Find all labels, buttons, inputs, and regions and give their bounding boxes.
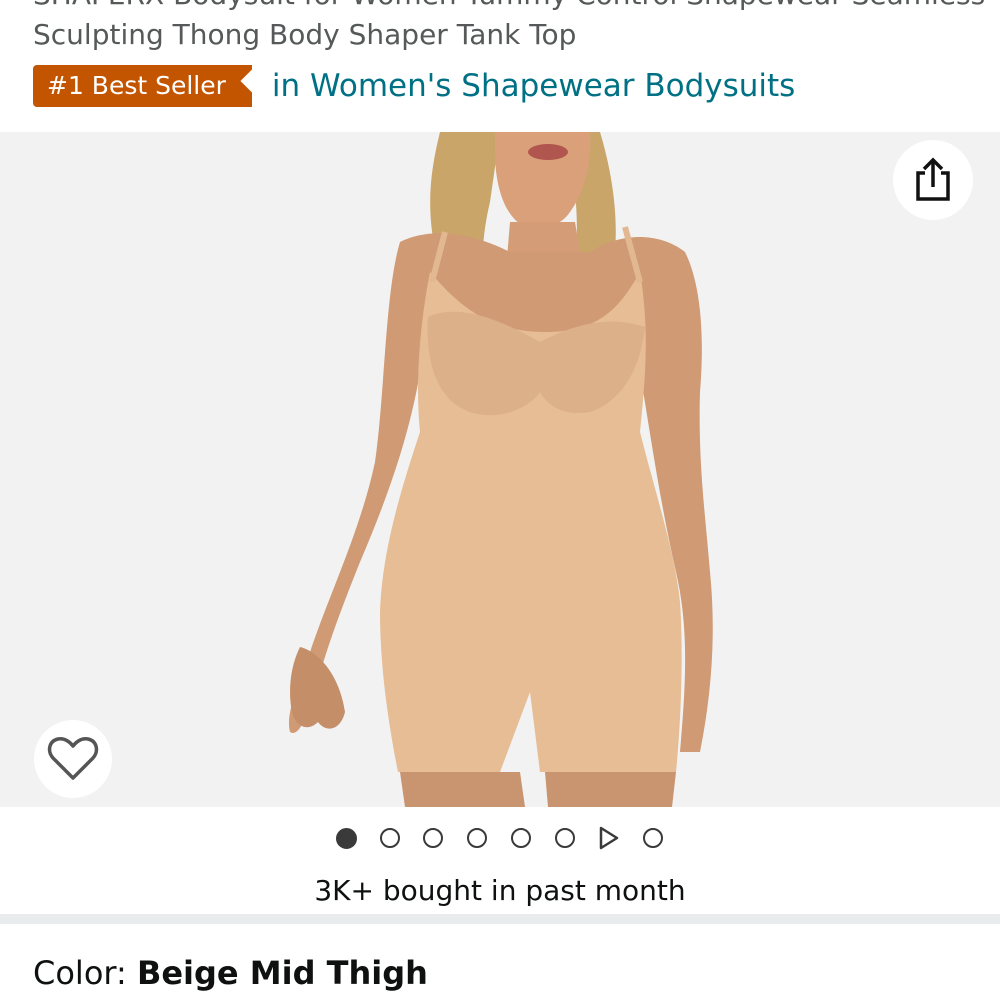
carousel-dot-4[interactable] — [467, 828, 487, 848]
product-title-line2: Sculpting Thong Body Shaper Tank Top — [33, 18, 577, 51]
color-selection: Color: Beige Mid Thigh — [33, 954, 428, 992]
product-image[interactable] — [0, 132, 1000, 807]
best-seller-badge[interactable]: #1 Best Seller — [33, 65, 252, 107]
badge-notch — [238, 65, 252, 107]
bought-count: 3K+ bought in past month — [314, 874, 686, 907]
product-page: SHAPERX Bodysuit for Women Tummy Control… — [0, 0, 1000, 1000]
carousel-dot-1[interactable] — [336, 828, 357, 849]
carousel-dot-2[interactable] — [380, 828, 400, 848]
image-carousel-dots — [0, 822, 1000, 856]
color-value: Beige Mid Thigh — [136, 954, 428, 992]
color-label: Color: — [33, 954, 137, 992]
carousel-dot-6[interactable] — [555, 828, 575, 848]
play-icon[interactable] — [598, 826, 620, 850]
wishlist-button[interactable] — [34, 720, 112, 798]
title-area: SHAPERX Bodysuit for Women Tummy Control… — [0, 0, 1000, 132]
carousel-dot-3[interactable] — [423, 828, 443, 848]
share-button[interactable] — [893, 140, 973, 220]
share-icon — [916, 157, 950, 201]
product-title-line1: SHAPERX Bodysuit for Women Tummy Control… — [33, 0, 985, 11]
best-seller-badge-label: #1 Best Seller — [47, 71, 226, 100]
product-photo — [289, 132, 713, 807]
carousel-dot-8[interactable] — [643, 828, 663, 848]
heart-icon — [47, 737, 99, 780]
carousel-dot-5[interactable] — [511, 828, 531, 848]
best-seller-category-link[interactable]: in Women's Shapewear Bodysuits — [272, 68, 795, 104]
best-seller-row: #1 Best Seller in Women's Shapewear Body… — [33, 64, 795, 108]
section-divider — [0, 914, 1000, 924]
